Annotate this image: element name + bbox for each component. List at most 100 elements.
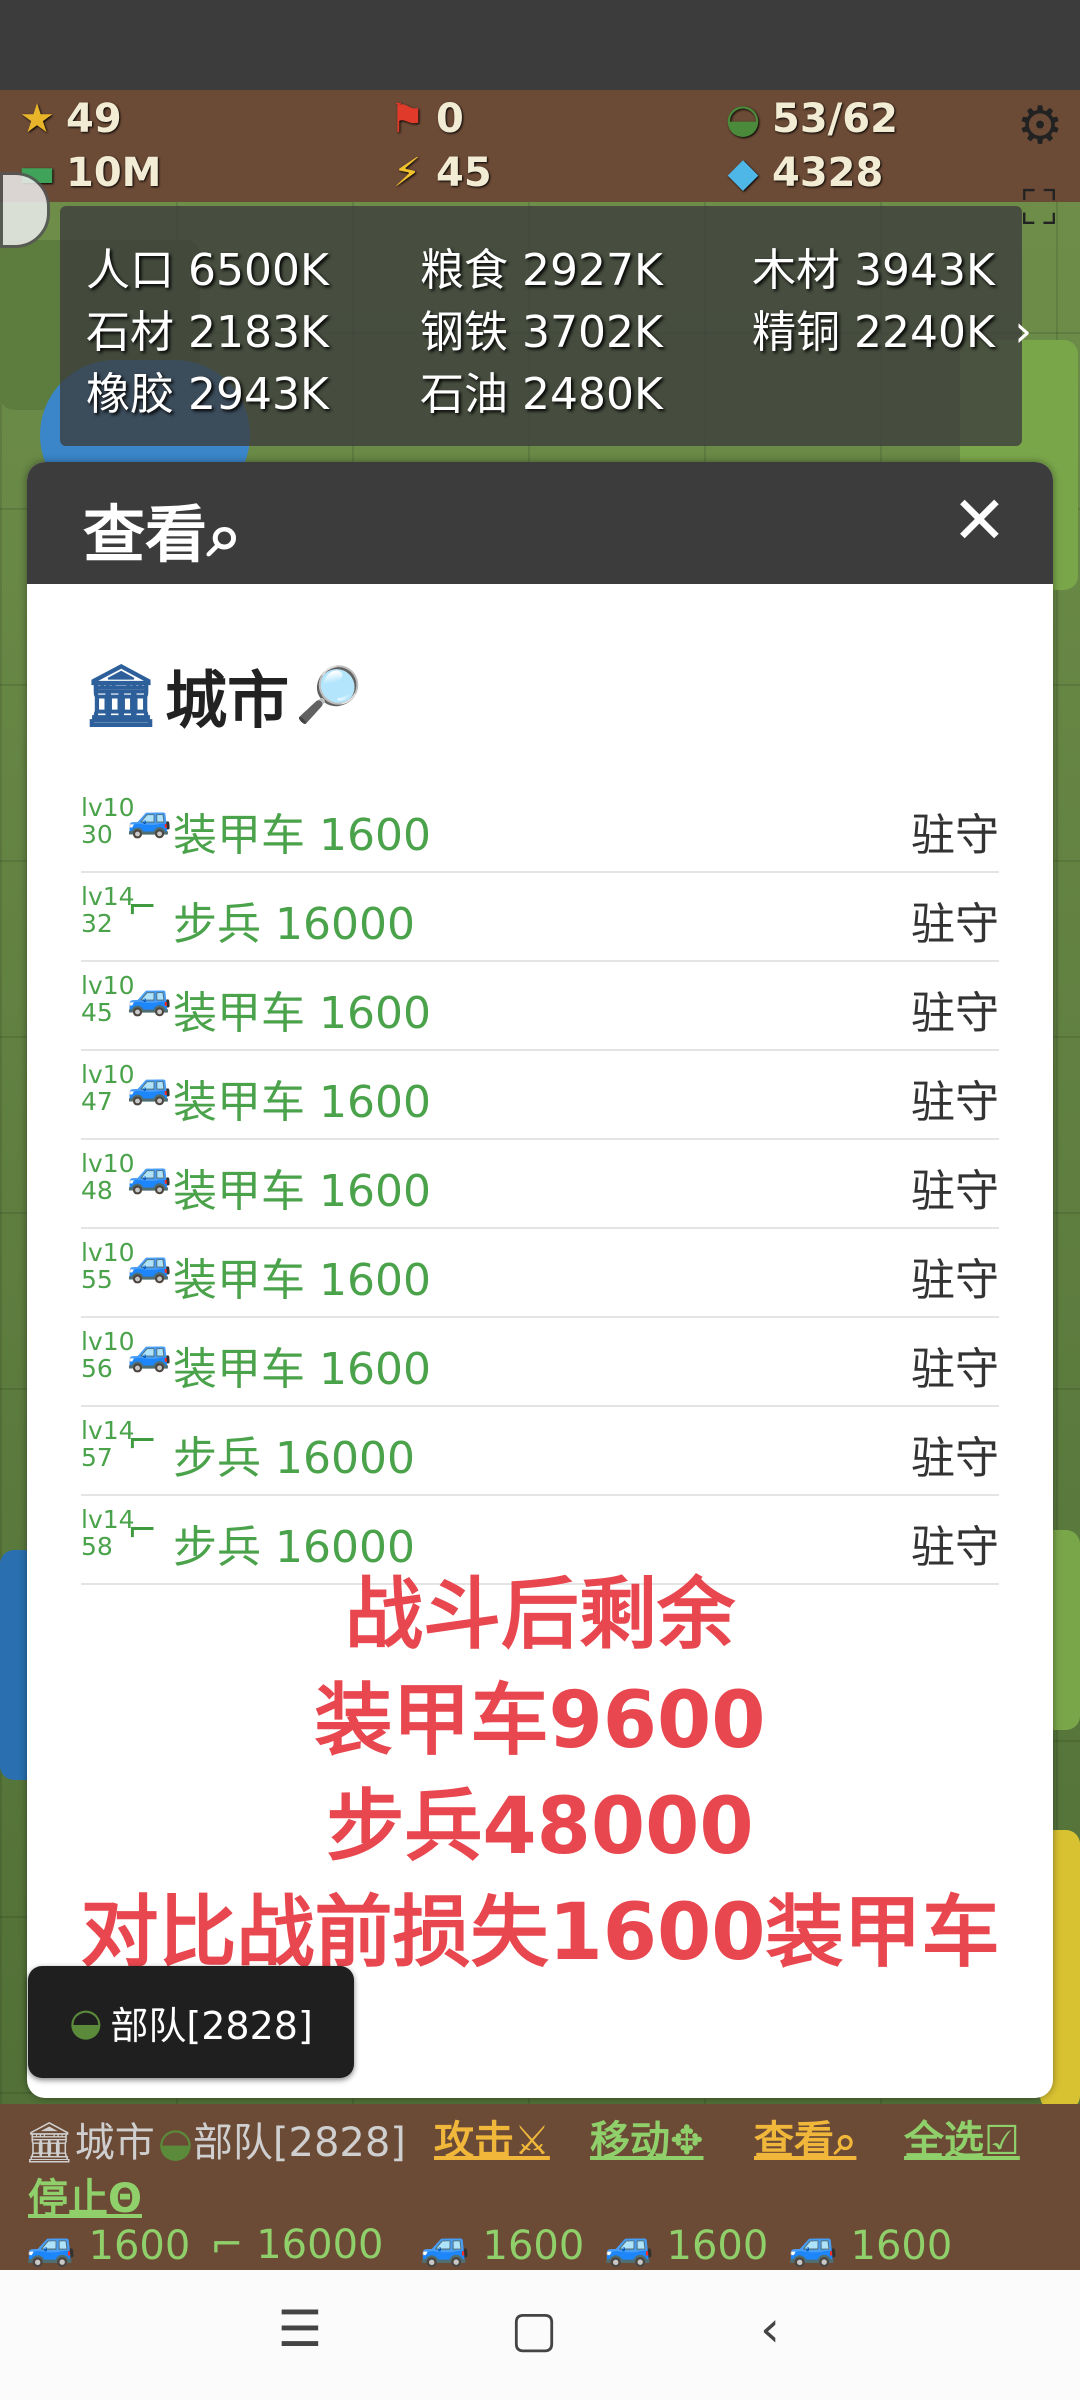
system-nav-bar: ☰ ▢ ‹ — [0, 2270, 1080, 2400]
medal-icon: ★ — [19, 96, 55, 142]
view-dialog: 查看⌕ ✕ 🏛 城市 🔎 lv10 30 🚙 装甲车 1600 驻守 lv14 32… — [27, 462, 1053, 2098]
home-square-icon[interactable]: ▢ — [494, 2300, 574, 2358]
close-button[interactable]: ✕ — [952, 486, 1007, 556]
armored-car-icon: 🚙 — [420, 2223, 470, 2269]
unit-name: 装甲车 1600 — [173, 1344, 431, 1395]
armored-car-icon: 🚙 — [127, 1244, 172, 1285]
armored-car-icon: 🚙 — [127, 1066, 172, 1107]
unit-name: 装甲车 1600 — [173, 1255, 431, 1306]
unit-name: 步兵 16000 — [173, 899, 415, 950]
resource-item: 石材 2183K — [86, 307, 329, 358]
resource-item: 精铜 2240K — [752, 307, 995, 358]
troops-tab[interactable]: ◒部队[2828] — [158, 2110, 406, 2168]
helmet-icon: ◒ — [69, 2000, 103, 2044]
top-hud: ★ 49 ⚑ 0 ◒ 53/62 ▬ 10M ⚡ 45 ◆ 4328 — [0, 90, 1080, 202]
rifle-icon: ⌐ — [127, 887, 158, 928]
resource-item: 橡胶 2943K — [86, 369, 329, 420]
rank-value: 49 — [66, 96, 122, 142]
flag-stat: ⚑ 0 — [384, 96, 464, 142]
resource-item: 人口 6500K — [86, 245, 329, 296]
unit-status: 驻守 — [911, 988, 999, 1039]
dialog-header: 查看⌕ ✕ — [27, 462, 1053, 584]
gems-stat: ◆ 4328 — [720, 150, 884, 196]
unit-chip[interactable]: 🚙 1600 — [420, 2222, 584, 2269]
move-button[interactable]: 移动✥ — [590, 2108, 704, 2166]
unit-status: 驻守 — [911, 810, 999, 861]
back-chevron-icon[interactable]: ‹ — [730, 2300, 810, 2358]
diamond-icon: ◆ — [727, 150, 759, 196]
resource-item: 钢铁 3702K — [420, 307, 663, 358]
unit-row[interactable]: lv10 45 🚙 装甲车 1600 驻守 — [81, 962, 999, 1051]
menu-icon[interactable]: ☰ — [260, 2300, 340, 2358]
troops-stat: ◒ 53/62 — [720, 96, 898, 142]
select-all-button[interactable]: 全选☑ — [904, 2108, 1020, 2166]
unit-status: 驻守 — [911, 1166, 999, 1217]
rank-stat: ★ 49 — [14, 96, 122, 142]
chevron-right-icon[interactable]: › — [1014, 306, 1032, 357]
lightning-icon: ⚡ — [392, 150, 422, 196]
energy-stat: ⚡ 45 — [384, 150, 492, 196]
unit-chip[interactable]: 🚙 1600 — [604, 2222, 768, 2269]
unit-status: 驻守 — [911, 899, 999, 950]
flag-value: 0 — [436, 96, 464, 142]
summary-line: 步兵48000 — [326, 1782, 754, 1872]
city-building-icon: 🏛 — [83, 660, 160, 731]
rifle-icon: ⌐ — [127, 1421, 158, 1462]
city-tab[interactable]: 🏛城市 — [24, 2110, 155, 2168]
view-button[interactable]: 查看⌕ — [754, 2108, 856, 2166]
dialog-title: 查看⌕ — [83, 498, 242, 571]
rifle-icon: ⌐ — [210, 2222, 244, 2268]
unit-row[interactable]: lv10 47 🚙 装甲车 1600 驻守 — [81, 1051, 999, 1140]
flag-icon: ⚑ — [389, 96, 425, 142]
unit-chip[interactable]: 🚙 1600 — [788, 2222, 952, 2269]
summary-line: 战斗后剩余 — [344, 1570, 735, 1660]
settings-gear-icon[interactable]: ⚙ — [1012, 98, 1068, 154]
resource-item: 石油 2480K — [420, 369, 663, 420]
unit-status: 驻守 — [911, 1077, 999, 1128]
troops-value: 53/62 — [772, 96, 898, 142]
armored-car-icon: 🚙 — [26, 2223, 76, 2269]
resource-panel: 人口 6500K 粮食 2927K 木材 3943K 石材 2183K 钢铁 3… — [60, 206, 1032, 446]
troop-count-pill[interactable]: ◒ 部队[2828] — [28, 1966, 354, 2078]
armored-car-icon: 🚙 — [127, 1155, 172, 1196]
unit-row[interactable]: lv14 57 ⌐ 步兵 16000 驻守 — [81, 1407, 999, 1496]
battle-summary: 战斗后剩余 装甲车9600 步兵48000 对比战前损失1600装甲车 — [27, 1562, 1053, 1986]
armored-car-icon: 🚙 — [127, 799, 172, 840]
resource-item: 木材 3943K — [752, 245, 995, 296]
troop-pill-label: 部队[2828] — [110, 2003, 313, 2048]
unit-name: 装甲车 1600 — [173, 1166, 431, 1217]
unit-row[interactable]: lv14 32 ⌐ 步兵 16000 驻守 — [81, 873, 999, 962]
unit-name: 装甲车 1600 — [173, 1077, 431, 1128]
unit-list: lv10 30 🚙 装甲车 1600 驻守 lv14 32 ⌐ 步兵 16000 驻… — [81, 784, 999, 1585]
unit-status: 驻守 — [911, 1344, 999, 1395]
energy-value: 45 — [436, 150, 492, 196]
armored-car-icon: 🚙 — [127, 1333, 172, 1374]
unit-row[interactable]: lv10 30 🚙 装甲车 1600 驻守 — [81, 784, 999, 873]
unit-name: 装甲车 1600 — [173, 988, 431, 1039]
city-heading: 🏛 城市 🔎 — [83, 650, 362, 740]
money-value: 10M — [66, 150, 162, 196]
helmet-icon: ◒ — [725, 96, 761, 142]
magnifier-icon: 🔎 — [295, 663, 363, 726]
unit-row[interactable]: lv10 56 🚙 装甲车 1600 驻守 — [81, 1318, 999, 1407]
gems-value: 4328 — [772, 150, 884, 196]
unit-name: 装甲车 1600 — [173, 810, 431, 861]
rifle-icon: ⌐ — [127, 1510, 158, 1551]
resource-item: 粮食 2927K — [420, 245, 663, 296]
unit-row[interactable]: lv10 48 🚙 装甲车 1600 驻守 — [81, 1140, 999, 1229]
armored-car-icon: 🚙 — [788, 2223, 838, 2269]
stop-button[interactable]: 停止Θ — [28, 2166, 142, 2224]
summary-line: 装甲车9600 — [314, 1676, 766, 1766]
armored-car-icon: 🚙 — [127, 977, 172, 1018]
helmet-icon: ◒ — [158, 2120, 193, 2166]
unit-status: 驻守 — [911, 1433, 999, 1484]
attack-button[interactable]: 攻击⚔ — [434, 2108, 550, 2166]
unit-status: 驻守 — [911, 1255, 999, 1306]
unit-chip[interactable]: ⌐ 16000 — [210, 2222, 383, 2268]
unit-row[interactable]: lv10 55 🚙 装甲车 1600 驻守 — [81, 1229, 999, 1318]
city-building-icon: 🏛 — [24, 2120, 75, 2166]
system-status-bar — [0, 0, 1080, 90]
unit-chip[interactable]: 🚙 1600 — [26, 2222, 190, 2269]
unit-name: 步兵 16000 — [173, 1433, 415, 1484]
city-label: 城市 — [165, 664, 290, 737]
